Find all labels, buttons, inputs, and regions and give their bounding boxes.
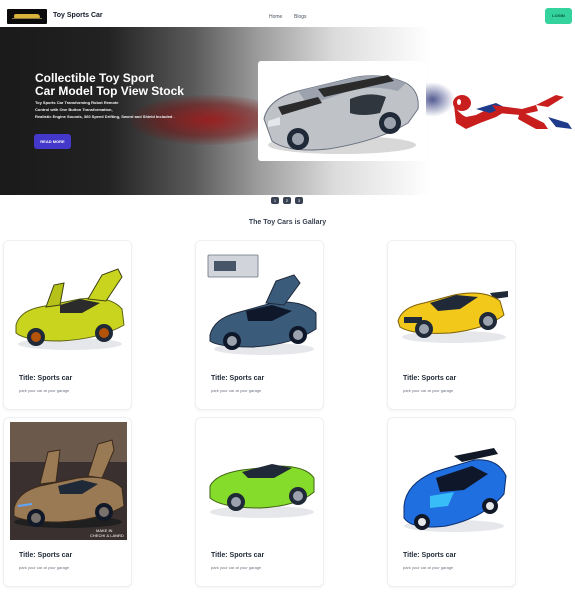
card-title: Title: Sports car xyxy=(403,375,457,382)
card-title: Title: Sports car xyxy=(19,375,73,382)
hero-subtitle: Toy Sports Car Transforming Robot Remote… xyxy=(35,99,220,120)
brand-name[interactable]: Toy Sports Car xyxy=(53,12,103,19)
hero-carousel: Collectible Toy Sport Car Model Top View… xyxy=(0,27,575,195)
hero-subtitle-line-3: Realistic Engine Sounds, 360 Speed Drift… xyxy=(35,114,175,119)
green-lamborghini-icon xyxy=(209,464,315,518)
carousel-dot-2[interactable]: 2 xyxy=(283,197,291,204)
hero-title: Collectible Toy Sport Car Model Top View… xyxy=(35,72,245,98)
card-description: park your car at your garage xyxy=(19,388,70,393)
car-image xyxy=(202,426,319,536)
hero-title-line-2: Car Model Top View Stock xyxy=(35,84,184,98)
gallery-card[interactable]: Title: Sports car park your car at your … xyxy=(3,240,132,410)
read-more-button[interactable]: READ MORE xyxy=(34,134,71,149)
gallery-card[interactable]: Title: Sports car park your car at your … xyxy=(387,417,516,587)
card-title: Title: Sports car xyxy=(403,552,457,559)
silver-car-icon xyxy=(263,75,419,154)
gold-lamborghini-icon: MAKE IN CHECHI & LANRD xyxy=(10,422,127,540)
card-description: park your car at your garage xyxy=(211,388,262,393)
carousel-dot-1[interactable]: 1 xyxy=(271,197,279,204)
card-title: Title: Sports car xyxy=(211,552,265,559)
car-image: MAKE IN CHECHI & LANRD xyxy=(10,422,127,540)
car-image xyxy=(202,249,319,359)
carousel-dot-3[interactable]: 3 xyxy=(295,197,303,204)
card-description: park your car at your garage xyxy=(211,565,262,570)
car-image xyxy=(10,249,127,359)
nav-link-home[interactable]: Home xyxy=(269,14,282,20)
card-title: Title: Sports car xyxy=(211,375,265,382)
nav-link-blogs[interactable]: Blogs xyxy=(294,14,307,20)
hero-car-image xyxy=(258,61,426,161)
blue-supercar-icon xyxy=(207,254,317,355)
gallery-card[interactable]: MAKE IN CHECHI & LANRD Title: Sports car… xyxy=(3,417,132,587)
gallery-card[interactable]: Title: Sports car park your car at your … xyxy=(387,240,516,410)
hero-subtitle-line-2: Control with One Button Transformation, xyxy=(35,107,113,112)
gallery-heading: The Toy Cars is Gallary xyxy=(248,219,327,226)
spiderman-toy-icon xyxy=(453,95,572,129)
car-image xyxy=(394,426,511,536)
logo-stripe xyxy=(12,18,42,19)
card-description: park your car at your garage xyxy=(19,565,70,570)
yellow-lamborghini-icon xyxy=(15,268,125,350)
gallery-card[interactable]: Title: Sports car park your car at your … xyxy=(195,240,324,410)
card-description: park your car at your garage xyxy=(403,388,454,393)
brand-logo[interactable] xyxy=(7,9,47,24)
yellow-porsche-icon xyxy=(397,291,508,343)
card-title: Title: Sports car xyxy=(19,552,73,559)
car-image xyxy=(394,249,511,359)
hero-subtitle-line-1: Toy Sports Car Transforming Robot Remote xyxy=(35,100,119,105)
login-button[interactable]: LOGIN xyxy=(545,8,572,24)
svg-text:CHECHI & LANRD: CHECHI & LANRD xyxy=(90,533,124,538)
blue-rc-car-icon xyxy=(403,448,507,532)
card-description: park your car at your garage xyxy=(403,565,454,570)
gallery-card[interactable]: Title: Sports car park your car at your … xyxy=(195,417,324,587)
navbar: Toy Sports Car Home Blogs LOGIN xyxy=(0,0,575,30)
